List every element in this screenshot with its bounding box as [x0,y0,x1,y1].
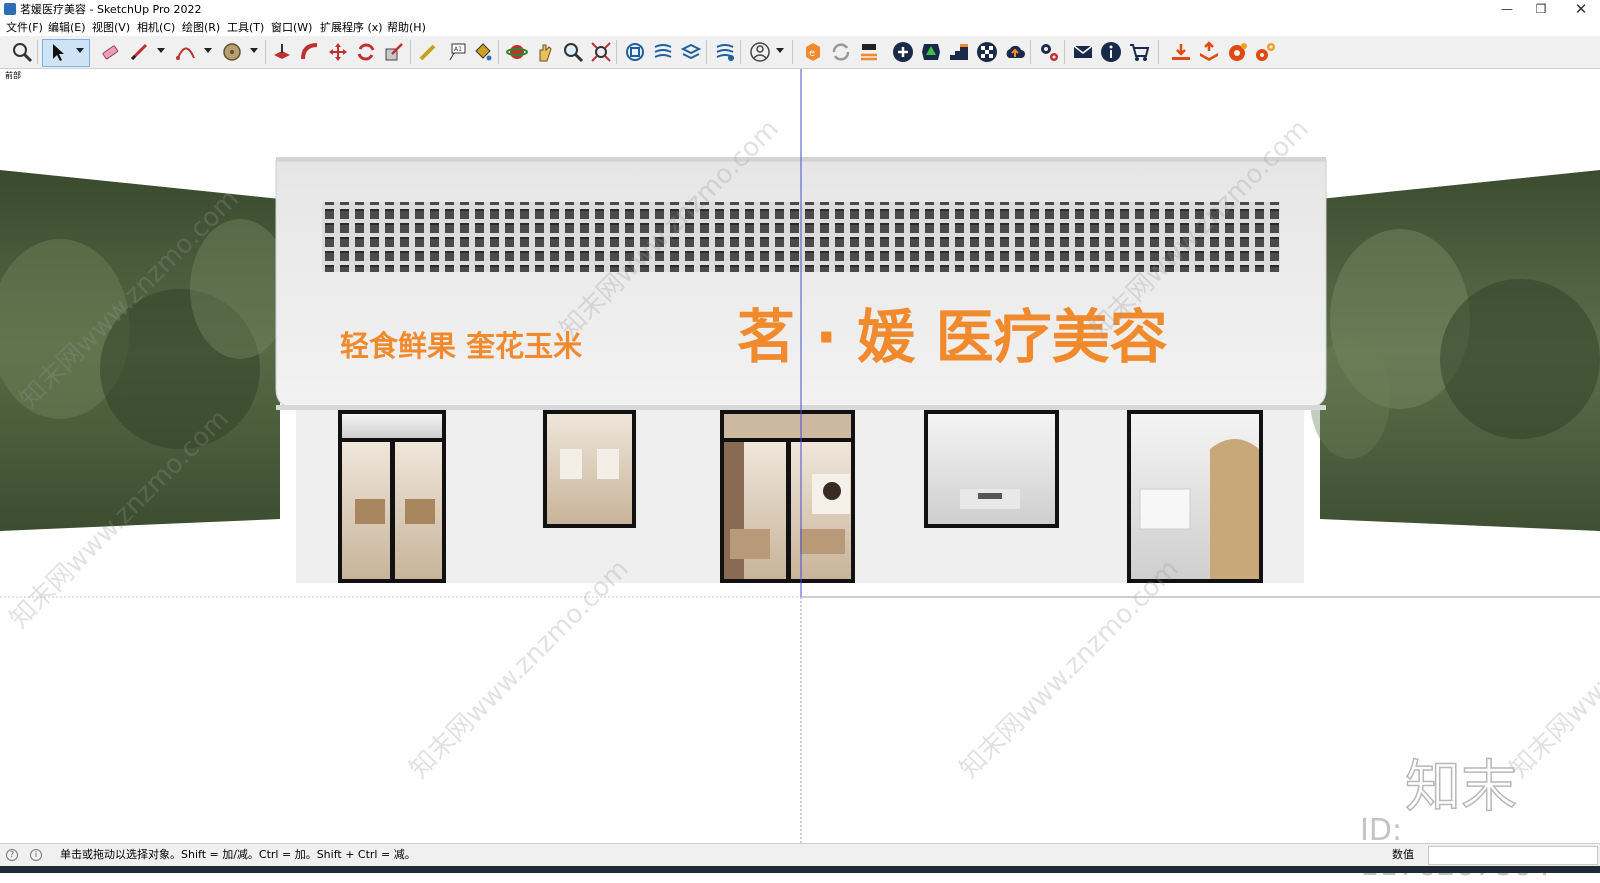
render-icon[interactable] [1226,41,1248,63]
pan-icon[interactable] [534,41,556,63]
taskbar-strip [0,866,1600,873]
status-bar: ? i 单击或拖动以选择对象。Shift = 加/减。Ctrl = 加。Shif… [0,843,1600,866]
toolbar-separator [37,40,38,64]
move-icon[interactable] [327,41,349,63]
follow-me-icon[interactable] [299,41,321,63]
select-icon[interactable] [47,41,69,63]
tree-icon[interactable] [920,41,942,63]
toolbar-separator [740,40,741,64]
push-pull-icon[interactable] [271,41,293,63]
menu-help[interactable]: 帮助(H) [387,19,426,36]
checker-icon[interactable] [976,41,998,63]
plugin-e-icon[interactable]: e [802,41,824,63]
stairs-icon[interactable] [948,41,970,63]
menu-camera[interactable]: 相机(C) [137,19,175,36]
shop-window-1 [543,410,636,528]
refresh-icon[interactable] [830,41,852,63]
zoom-extents-icon[interactable] [590,41,612,63]
shape-dropdown-icon[interactable] [250,46,258,54]
help-info-icon[interactable]: i [30,849,42,861]
info-icon[interactable] [1100,41,1122,63]
arc-dropdown-icon[interactable] [204,46,212,54]
measurements-label: 数值 [1392,848,1414,861]
measurements-input[interactable] [1428,846,1598,865]
toolbar-separator [410,40,411,64]
close-button[interactable]: ✕ [1564,0,1598,19]
menu-tools[interactable]: 工具(T) [227,19,264,36]
menu-extensions[interactable]: 扩展程序 (x) [320,19,383,36]
cart-icon[interactable] [1128,41,1150,63]
pencil-line-icon[interactable] [128,41,150,63]
brand-logo: 知末 [1404,754,1518,821]
account-icon[interactable] [749,41,771,63]
menu-window[interactable]: 窗口(W) [271,19,312,36]
title-bar: 茗媛医疗美容 - SketchUp Pro 2022 — ❐ ✕ [0,0,1600,19]
menu-file[interactable]: 文件(F) [6,19,43,36]
arc-icon[interactable] [175,41,197,63]
toolbar-separator [1064,40,1065,64]
account-dropdown-icon[interactable] [776,46,784,54]
status-message: 单击或拖动以选择对象。Shift = 加/减。Ctrl = 加。Shift + … [60,848,416,861]
toolbar-separator [706,40,707,64]
zoom-icon[interactable] [562,41,584,63]
scale-icon[interactable] [383,41,405,63]
layout-icon[interactable] [680,41,702,63]
model-viewport[interactable]: 轻食鲜果 奎花玉米 茗 · 媛 医疗美容 知末网www.znzmo.com 知末… [0,69,1600,843]
layers-export-icon[interactable] [1198,41,1220,63]
shape-icon[interactable] [221,41,243,63]
shop-window-2 [924,410,1059,528]
shop-window-3 [1127,410,1263,583]
warehouse-icon[interactable] [624,41,646,63]
minimize-button[interactable]: — [1490,0,1524,19]
svg-text:A1: A1 [454,46,462,53]
window-title: 茗媛医疗美容 - SketchUp Pro 2022 [20,3,202,16]
text-icon[interactable]: A1 [446,41,468,63]
toolbar-separator [265,40,266,64]
toolbar-separator [792,40,793,64]
render-settings-icon[interactable] [1254,41,1276,63]
extension-manager-icon[interactable] [714,41,736,63]
paint-bucket-icon[interactable] [472,41,494,63]
tape-measure-icon[interactable] [417,41,439,63]
svg-text:e: e [809,48,815,59]
orbit-icon[interactable] [506,41,528,63]
pencil-dropdown-icon[interactable] [157,46,165,54]
sign-food-text: 轻食鲜果 奎花玉米 [340,329,582,363]
toolbar-separator [1030,40,1031,64]
import-icon[interactable] [1170,41,1192,63]
rotate-icon[interactable] [355,41,377,63]
toolbar-separator [498,40,499,64]
settings-gears-icon[interactable] [1038,41,1060,63]
toolbar-separator [1158,40,1159,64]
restore-button[interactable]: ❐ [1524,0,1558,19]
mail-icon[interactable] [1072,41,1094,63]
toolbar: A1 e [0,36,1600,69]
transfer-icon[interactable] [858,41,880,63]
menu-draw[interactable]: 绘图(R) [182,19,220,36]
cloud-upload-icon[interactable] [1004,41,1026,63]
add-circle-icon[interactable] [892,41,914,63]
menu-edit[interactable]: 编辑(E) [48,19,86,36]
glass-door-center [720,410,855,583]
select-dropdown-icon[interactable] [76,46,84,54]
sketchup-app-icon [4,3,16,15]
glass-door-left [338,410,446,583]
extension-warehouse-icon[interactable] [652,41,674,63]
menu-bar: 文件(F) 编辑(E) 视图(V) 相机(C) 绘图(R) 工具(T) 窗口(W… [0,19,1600,36]
zoom-window-icon[interactable] [11,41,33,63]
building-scene: 轻食鲜果 奎花玉米 茗 · 媛 医疗美容 [0,69,1600,843]
scene-tab-label[interactable]: 前部 [5,70,21,81]
toolbar-separator [616,40,617,64]
forest-backdrop-right [1310,170,1600,531]
geo-location-icon[interactable]: ? [6,849,18,861]
menu-view[interactable]: 视图(V) [92,19,130,36]
eraser-icon[interactable] [99,41,121,63]
